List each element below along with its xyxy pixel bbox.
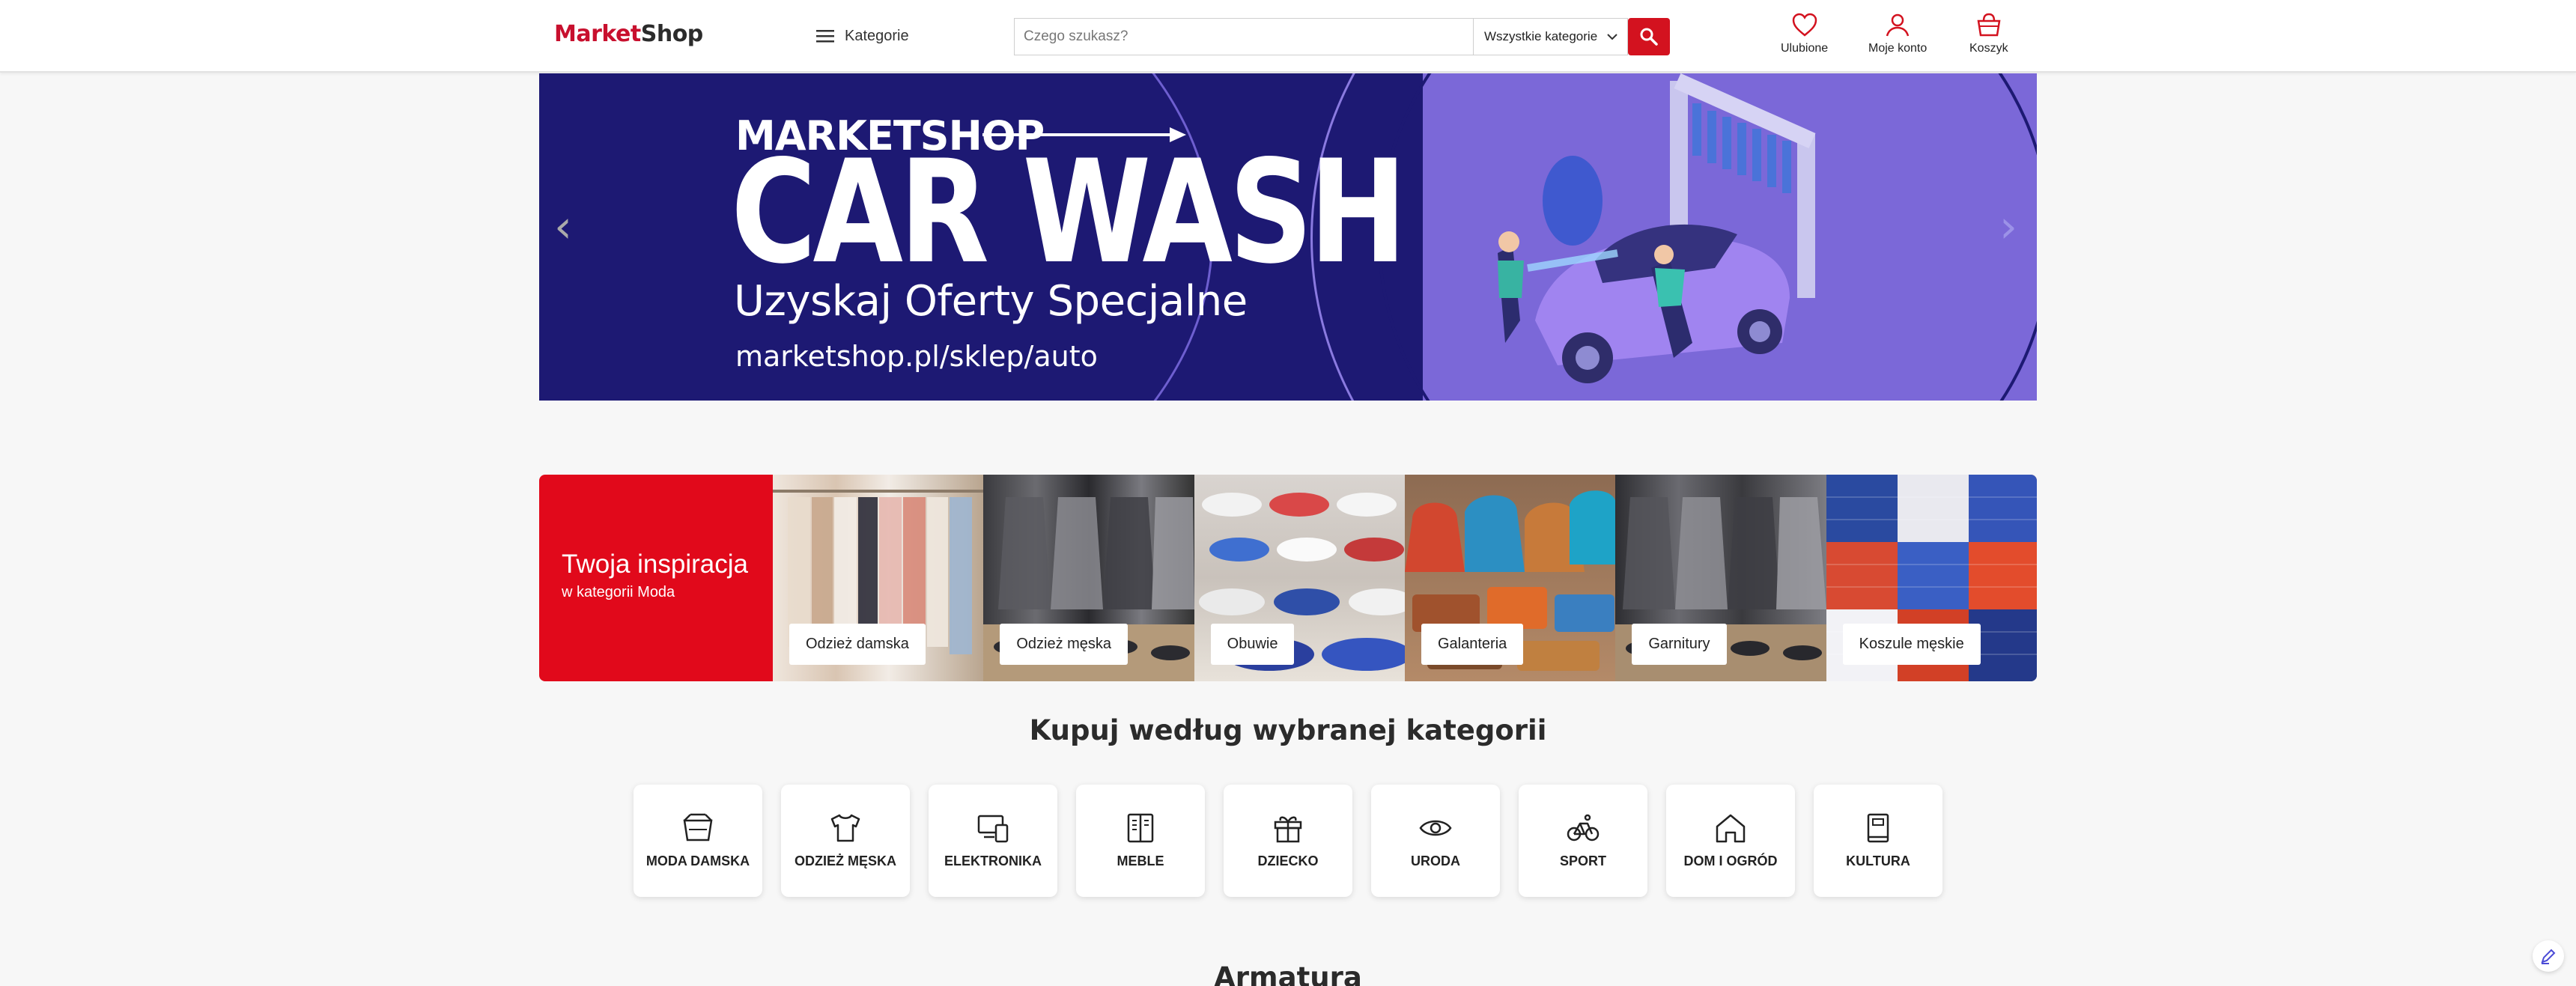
inspiration-tile-label: Garnitury xyxy=(1632,624,1727,665)
category-cards: MODA DAMSKA ODZIEŻ MĘSKA ELEKTRONIKA MEB… xyxy=(634,785,1942,897)
categories-menu-button[interactable]: Kategorie xyxy=(816,22,909,49)
site-logo[interactable]: MarketShop xyxy=(554,21,703,47)
wardrobe-icon xyxy=(1127,813,1154,842)
category-select-value: Wszystkie kategorie xyxy=(1484,29,1598,43)
eye-icon xyxy=(1419,820,1452,836)
category-card-meble[interactable]: MEBLE xyxy=(1076,785,1205,897)
hamburger-icon xyxy=(816,30,834,43)
category-card-label: KULTURA xyxy=(1846,853,1910,868)
basket-icon xyxy=(683,813,713,841)
inspiration-tile-label: Odzież męska xyxy=(1000,624,1128,665)
chevron-left-icon: ‹ xyxy=(554,201,572,253)
account-link[interactable]: Moje konto xyxy=(1868,12,1927,55)
inspiration-heading: Twoja inspiracja xyxy=(562,550,748,579)
inspiration-tile-label: Koszule męskie xyxy=(1842,624,1981,665)
inspiration-tile-label: Galanteria xyxy=(1421,624,1524,665)
category-card-odziez-meska[interactable]: ODZIEŻ MĘSKA xyxy=(781,785,910,897)
category-card-label: MEBLE xyxy=(1117,853,1164,868)
category-card-dziecko[interactable]: DZIECKO xyxy=(1224,785,1352,897)
banner-next-button[interactable]: › xyxy=(1999,201,2017,253)
chevron-right-icon: › xyxy=(1999,201,2017,253)
logo-market: Market xyxy=(554,21,641,47)
banner-title: CAR WASH xyxy=(731,130,1407,295)
category-card-kultura[interactable]: KULTURA xyxy=(1814,785,1942,897)
category-card-label: URODA xyxy=(1411,853,1460,868)
tshirt-icon xyxy=(830,814,860,842)
category-card-moda-damska[interactable]: MODA DAMSKA xyxy=(634,785,762,897)
logo-shop: Shop xyxy=(640,21,704,47)
search-box xyxy=(1014,18,1474,55)
category-select[interactable]: Wszystkie kategorie xyxy=(1474,18,1628,55)
inspiration-header: Twoja inspiracja w kategorii Moda xyxy=(539,475,773,681)
categories-label: Kategorie xyxy=(845,27,909,44)
basket-icon xyxy=(1977,13,2001,37)
banner-url: marketshop.pl/sklep/auto xyxy=(735,340,1098,373)
car-wash-illustration xyxy=(1498,73,1816,383)
heart-icon xyxy=(1792,13,1817,37)
devices-icon xyxy=(977,815,1009,842)
chevron-down-icon xyxy=(1607,34,1617,40)
house-icon xyxy=(1716,814,1746,842)
search-button[interactable] xyxy=(1628,18,1670,55)
site-header: MarketShop Kategorie Wszystkie kategorie… xyxy=(0,0,2576,73)
inspiration-tile-label: Obuwie xyxy=(1210,624,1295,665)
category-card-label: SPORT xyxy=(1559,853,1606,868)
category-card-label: DOM I OGRÓD xyxy=(1683,853,1778,868)
category-card-dom-i-ogrod[interactable]: DOM I OGRÓD xyxy=(1666,785,1795,897)
favorites-link[interactable]: Ulubione xyxy=(1781,12,1828,55)
category-card-uroda[interactable]: URODA xyxy=(1371,785,1500,897)
inspiration-tile-label: Odzież damska xyxy=(789,624,926,665)
cart-link[interactable]: Koszyk xyxy=(1969,12,2008,55)
category-card-label: ODZIEŻ MĘSKA xyxy=(794,853,896,868)
cart-label: Koszyk xyxy=(1969,42,2008,55)
search-input[interactable] xyxy=(1015,19,1473,55)
category-card-sport[interactable]: SPORT xyxy=(1519,785,1647,897)
inspiration-subheading: w kategorii Moda xyxy=(562,584,675,600)
user-icon xyxy=(1886,13,1910,37)
bicycle-icon xyxy=(1567,814,1600,841)
book-icon xyxy=(1867,813,1889,842)
category-card-label: DZIECKO xyxy=(1257,853,1319,868)
inspiration-tile-shirts[interactable]: Koszule męskie xyxy=(1826,475,2037,681)
armatura-heading: Armatura xyxy=(1214,961,1362,986)
promo-banner[interactable]: MARKETSHOP CAR WASH Uzyskaj Oferty Specj… xyxy=(539,73,2037,401)
category-card-elektronika[interactable]: ELEKTRONIKA xyxy=(929,785,1057,897)
category-card-label: ELEKTRONIKA xyxy=(944,853,1042,868)
search-icon xyxy=(1640,28,1658,46)
pencil-icon xyxy=(2541,949,2556,964)
inspiration-tile-womens[interactable]: Odzież damska xyxy=(773,475,984,681)
banner-prev-button[interactable]: ‹ xyxy=(554,201,572,253)
inspiration-tile-suits[interactable]: Garnitury xyxy=(1615,475,1826,681)
inspiration-tile-shoes[interactable]: Obuwie xyxy=(1194,475,1405,681)
edit-floating-button[interactable] xyxy=(2533,940,2564,972)
favorites-label: Ulubione xyxy=(1781,42,1829,55)
shop-by-category-heading: Kupuj według wybranej kategorii xyxy=(1029,714,1547,746)
inspiration-strip: Twoja inspiracja w kategorii Moda Odzież… xyxy=(539,475,2037,681)
category-card-label: MODA DAMSKA xyxy=(645,853,750,868)
inspiration-tile-mens[interactable]: Odzież męska xyxy=(983,475,1194,681)
account-label: Moje konto xyxy=(1868,42,1928,55)
gift-icon xyxy=(1274,816,1302,842)
inspiration-tile-accessories[interactable]: Galanteria xyxy=(1404,475,1616,681)
banner-subtitle: Uzyskaj Oferty Specjalne xyxy=(734,277,1248,326)
